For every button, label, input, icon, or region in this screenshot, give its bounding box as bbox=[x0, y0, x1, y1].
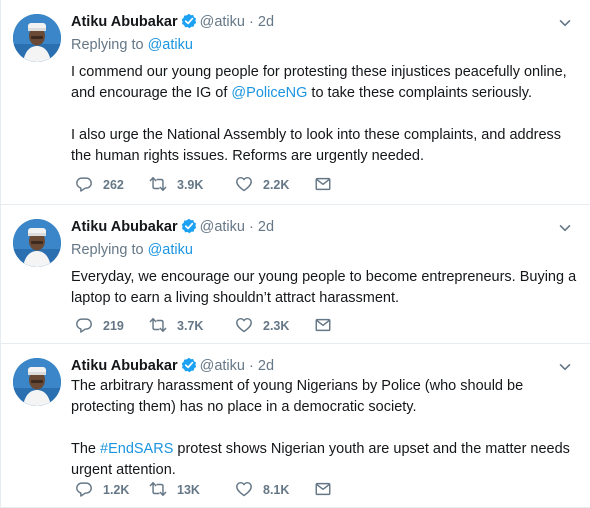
direct-message-button[interactable] bbox=[314, 316, 342, 336]
reply-icon bbox=[75, 480, 93, 498]
avatar[interactable] bbox=[13, 358, 61, 406]
tweet-paragraph: The arbitrary harassment of young Nigeri… bbox=[71, 378, 524, 415]
like-icon bbox=[235, 316, 253, 334]
reply-button[interactable]: 1.2K bbox=[75, 480, 129, 500]
replying-to: Replying to @atiku bbox=[71, 37, 193, 53]
chevron-down-icon[interactable] bbox=[558, 221, 572, 235]
reply-count: 219 bbox=[103, 319, 124, 333]
verified-badge-icon bbox=[181, 13, 197, 29]
author-name[interactable]: Atiku Abubakar bbox=[71, 358, 178, 374]
verified-badge-icon bbox=[181, 357, 197, 373]
replying-to-link[interactable]: @atiku bbox=[148, 242, 193, 258]
reply-icon bbox=[75, 175, 93, 193]
tweet-header: Atiku Abubakar @atiku · 2d bbox=[71, 356, 580, 376]
like-count: 8.1K bbox=[263, 483, 290, 497]
verified-badge-icon bbox=[181, 218, 197, 234]
direct-message-icon bbox=[314, 316, 332, 334]
replying-to-link[interactable]: @atiku bbox=[148, 37, 193, 53]
separator: · bbox=[249, 14, 254, 30]
like-button[interactable]: 2.2K bbox=[235, 175, 289, 195]
tweet-time[interactable]: 2d bbox=[258, 219, 274, 235]
tweet-text-part: The bbox=[71, 441, 101, 457]
direct-message-button[interactable] bbox=[314, 480, 342, 500]
tweet-text-part: to take these complaints seriously. bbox=[307, 85, 532, 101]
retweet-button[interactable]: 13K bbox=[149, 480, 200, 500]
replying-to-label: Replying to bbox=[71, 242, 144, 258]
retweet-count: 3.9K bbox=[177, 178, 204, 192]
direct-message-icon bbox=[314, 175, 332, 193]
reply-count: 1.2K bbox=[103, 483, 130, 497]
replying-to-label: Replying to bbox=[71, 37, 144, 53]
like-count: 2.3K bbox=[263, 319, 290, 333]
retweet-button[interactable]: 3.7K bbox=[149, 316, 203, 336]
like-button[interactable]: 8.1K bbox=[235, 480, 289, 500]
tweet-text: The arbitrary harassment of young Nigeri… bbox=[71, 376, 578, 481]
mention-link[interactable]: @PoliceNG bbox=[231, 85, 307, 101]
avatar[interactable] bbox=[13, 14, 61, 62]
author-name[interactable]: Atiku Abubakar bbox=[71, 14, 178, 30]
author-handle[interactable]: @atiku bbox=[200, 219, 245, 235]
retweet-icon bbox=[149, 175, 167, 193]
tweet-paragraph: Everyday, we encourage our young people … bbox=[71, 269, 577, 306]
tweet-text: Everyday, we encourage our young people … bbox=[71, 267, 578, 309]
direct-message-icon bbox=[314, 480, 332, 498]
tweet-header: Atiku Abubakar @atiku · 2d bbox=[71, 217, 580, 237]
tweet-text: I commend our young people for protestin… bbox=[71, 62, 578, 167]
retweet-button[interactable]: 3.9K bbox=[149, 175, 203, 195]
tweet-paragraph: I also urge the National Assembly to loo… bbox=[71, 127, 562, 164]
like-button[interactable]: 2.3K bbox=[235, 316, 289, 336]
chevron-down-icon[interactable] bbox=[558, 360, 572, 374]
author-handle[interactable]: @atiku bbox=[200, 358, 245, 374]
reply-button[interactable]: 219 bbox=[75, 316, 124, 336]
author-handle[interactable]: @atiku bbox=[200, 14, 245, 30]
avatar[interactable] bbox=[13, 219, 61, 267]
retweet-count: 3.7K bbox=[177, 319, 204, 333]
direct-message-button[interactable] bbox=[314, 175, 342, 195]
retweet-icon bbox=[149, 316, 167, 334]
author-name[interactable]: Atiku Abubakar bbox=[71, 219, 178, 235]
retweet-count: 13K bbox=[177, 483, 200, 497]
separator: · bbox=[249, 358, 254, 374]
like-icon bbox=[235, 480, 253, 498]
like-icon bbox=[235, 175, 253, 193]
separator: · bbox=[249, 219, 254, 235]
reply-count: 262 bbox=[103, 178, 124, 192]
reply-button[interactable]: 262 bbox=[75, 175, 124, 195]
tweet-time[interactable]: 2d bbox=[258, 14, 274, 30]
tweet[interactable]: Atiku Abubakar @atiku · 2d Replying to @a… bbox=[0, 0, 590, 205]
like-count: 2.2K bbox=[263, 178, 290, 192]
chevron-down-icon[interactable] bbox=[558, 16, 572, 30]
tweet-time[interactable]: 2d bbox=[258, 358, 274, 374]
tweet-header: Atiku Abubakar @atiku · 2d bbox=[71, 12, 580, 32]
hashtag-link[interactable]: #EndSARS bbox=[100, 441, 173, 457]
tweet[interactable]: Atiku Abubakar @atiku · 2d The arbitrary … bbox=[0, 344, 590, 508]
retweet-icon bbox=[149, 480, 167, 498]
tweet[interactable]: Atiku Abubakar @atiku · 2d Replying to @a… bbox=[0, 205, 590, 344]
reply-icon bbox=[75, 316, 93, 334]
replying-to: Replying to @atiku bbox=[71, 242, 193, 258]
